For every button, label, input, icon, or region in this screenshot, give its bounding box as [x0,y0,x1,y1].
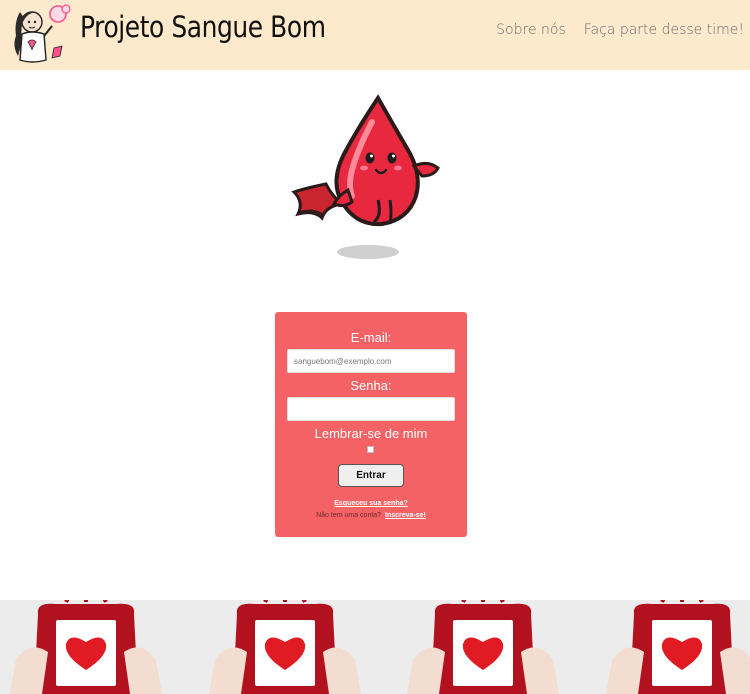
logo-mascot-icon[interactable] [6,2,72,66]
password-field[interactable] [287,397,455,421]
login-form: E-mail: Senha: Lembrar-se de mim Entrar … [275,312,467,537]
signup-link[interactable]: Inscreva-se! [385,512,426,519]
remember-me-checkbox[interactable] [367,446,374,453]
blood-bag-heart-icon [582,600,750,694]
nav-link-faca-parte[interactable]: Faça parte desse time! [584,22,744,38]
blood-bag-banner [0,600,750,694]
password-label: Senha: [350,378,392,393]
email-field[interactable] [287,349,455,373]
email-label: E-mail: [350,330,392,345]
remember-me-label: Lembrar-se de mim [314,426,428,441]
blood-bag-heart-icon [185,600,385,694]
no-account-text: Não tem uma conta? [316,512,382,519]
site-title[interactable]: Projeto Sangue Bom [80,10,326,44]
flying-blood-drop-icon [291,94,440,259]
blood-bag-heart-icon [383,600,583,694]
nav-link-sobre-nos[interactable]: Sobre nós [496,22,566,38]
login-button[interactable]: Entrar [338,464,404,487]
forgot-password-link[interactable]: Esqueceu sua senha? [275,500,467,507]
signup-row: Não tem uma conta? Inscreva-se! [275,512,467,519]
site-header: Projeto Sangue Bom Sobre nós Faça parte … [0,0,750,70]
main-nav: Sobre nós Faça parte desse time! [496,22,744,38]
blood-bag-heart-icon [0,600,186,694]
